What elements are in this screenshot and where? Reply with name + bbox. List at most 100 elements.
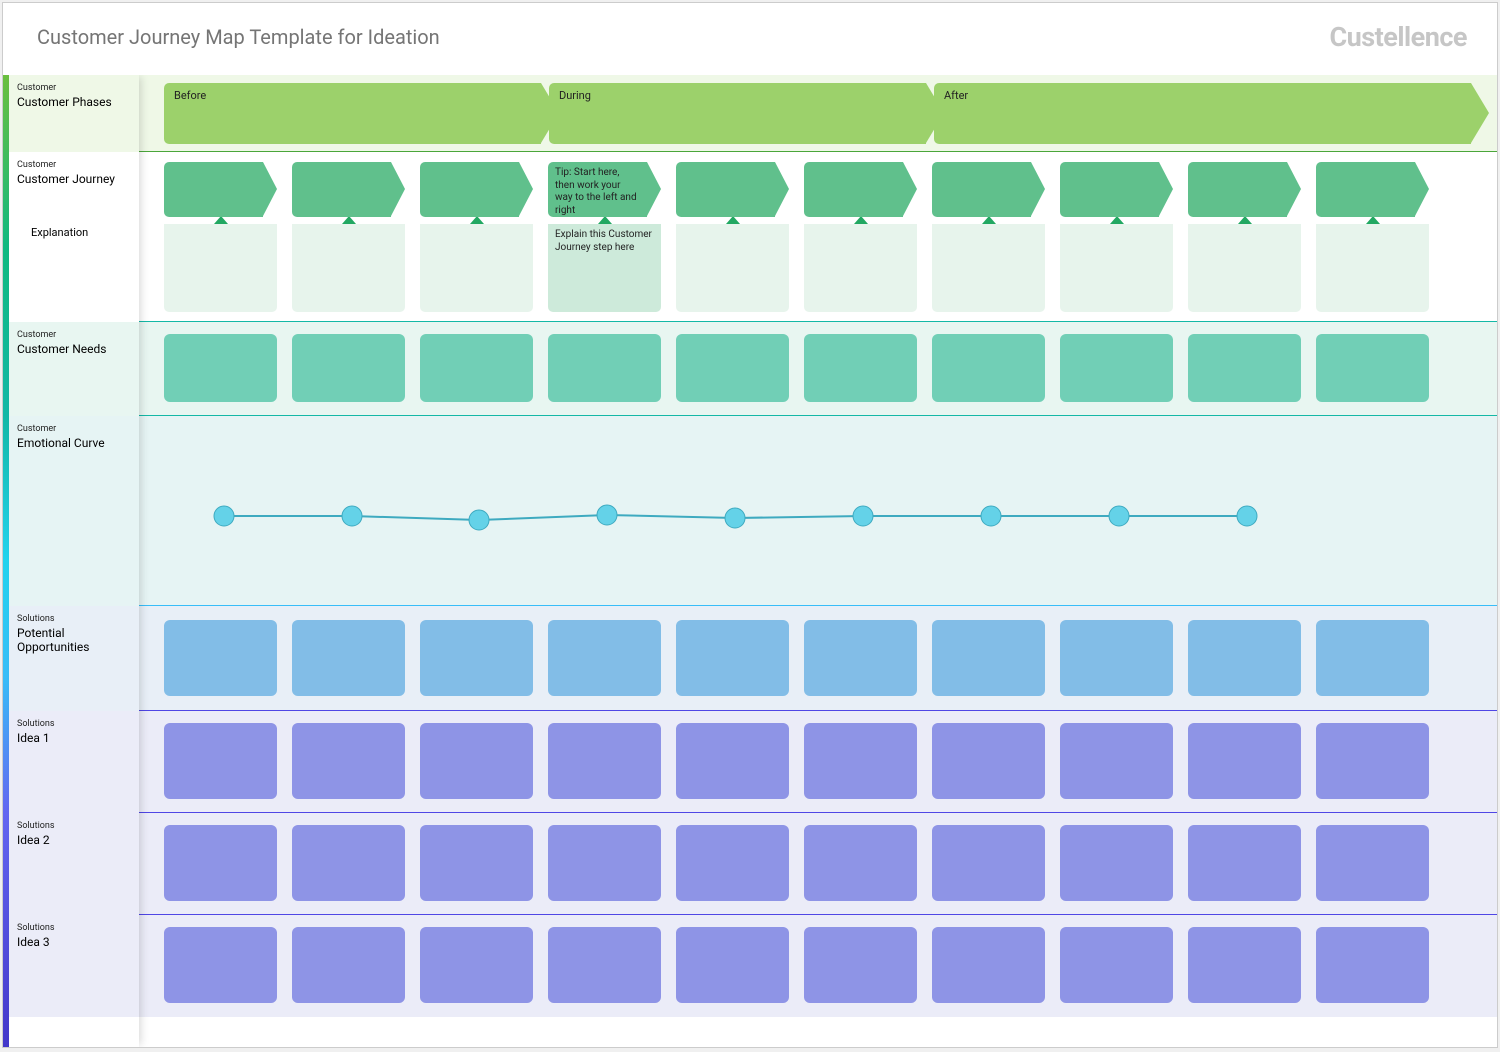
curve-point[interactable] — [1237, 506, 1257, 526]
label-opportunities[interactable]: Solutions Potential Opportunities — [9, 606, 139, 711]
card[interactable] — [292, 723, 405, 799]
curve-point[interactable] — [853, 506, 873, 526]
card[interactable] — [932, 723, 1045, 799]
idea2-row — [139, 813, 1497, 915]
label-phases[interactable]: Customer Customer Phases — [9, 75, 139, 152]
card[interactable] — [1316, 825, 1429, 901]
label-column: Customer Customer Phases Customer Custom… — [9, 75, 139, 1047]
journey-step[interactable] — [1316, 162, 1429, 217]
card[interactable] — [1188, 723, 1301, 799]
card[interactable] — [1316, 927, 1429, 1003]
card[interactable] — [1316, 723, 1429, 799]
card[interactable] — [420, 723, 533, 799]
card[interactable] — [804, 620, 917, 696]
chevron-down-icon — [854, 216, 868, 224]
card[interactable] — [548, 334, 661, 402]
chevron-down-icon — [342, 216, 356, 224]
chevron-down-icon — [726, 216, 740, 224]
journey-explanation[interactable] — [164, 224, 277, 312]
card[interactable] — [292, 825, 405, 901]
card[interactable] — [932, 334, 1045, 402]
chevron-down-icon — [598, 216, 612, 224]
journey-step[interactable] — [1060, 162, 1173, 217]
journey-explanation[interactable] — [1188, 224, 1301, 312]
journey-step[interactable] — [420, 162, 533, 217]
journey-explanation[interactable]: Explain this Customer Journey step here — [548, 224, 661, 312]
phase-after[interactable]: After — [934, 83, 1489, 144]
journey-step[interactable] — [1188, 162, 1301, 217]
curve-point[interactable] — [597, 505, 617, 525]
journey-step[interactable]: Tip: Start here, then work your way to t… — [548, 162, 661, 217]
card[interactable] — [676, 723, 789, 799]
card[interactable] — [548, 723, 661, 799]
journey-explanation[interactable] — [1316, 224, 1429, 312]
label-emotional[interactable]: Customer Emotional Curve — [9, 416, 139, 606]
journey-step[interactable] — [676, 162, 789, 217]
card[interactable] — [804, 927, 917, 1003]
phase-before[interactable]: Before — [164, 83, 559, 144]
card[interactable] — [1188, 927, 1301, 1003]
card[interactable] — [164, 723, 277, 799]
card[interactable] — [1060, 334, 1173, 402]
card[interactable] — [1188, 334, 1301, 402]
card[interactable] — [676, 334, 789, 402]
card[interactable] — [292, 927, 405, 1003]
emotional-curve-chart[interactable] — [139, 416, 1497, 606]
card[interactable] — [420, 620, 533, 696]
label-idea2[interactable]: Solutions Idea 2 — [9, 813, 139, 915]
card[interactable] — [932, 825, 1045, 901]
journey-step[interactable] — [804, 162, 917, 217]
curve-point[interactable] — [981, 506, 1001, 526]
card[interactable] — [932, 927, 1045, 1003]
card[interactable] — [420, 825, 533, 901]
idea1-row — [139, 711, 1497, 813]
journey-explanation[interactable] — [292, 224, 405, 312]
card[interactable] — [1060, 723, 1173, 799]
page-title: Customer Journey Map Template for Ideati… — [37, 25, 440, 49]
card[interactable] — [804, 723, 917, 799]
curve-point[interactable] — [214, 506, 234, 526]
card[interactable] — [164, 825, 277, 901]
card[interactable] — [1188, 825, 1301, 901]
card[interactable] — [676, 620, 789, 696]
journey-explanation[interactable] — [676, 224, 789, 312]
card[interactable] — [1060, 620, 1173, 696]
label-idea3[interactable]: Solutions Idea 3 — [9, 915, 139, 1017]
card[interactable] — [1060, 825, 1173, 901]
card[interactable] — [420, 334, 533, 402]
card[interactable] — [292, 620, 405, 696]
card[interactable] — [548, 825, 661, 901]
curve-point[interactable] — [342, 506, 362, 526]
card[interactable] — [1188, 620, 1301, 696]
card[interactable] — [1060, 927, 1173, 1003]
card[interactable] — [676, 825, 789, 901]
card[interactable] — [292, 334, 405, 402]
card[interactable] — [164, 334, 277, 402]
card[interactable] — [1316, 334, 1429, 402]
card[interactable] — [676, 927, 789, 1003]
label-journey[interactable]: Customer Customer Journey Explanation — [9, 152, 139, 322]
journey-step[interactable] — [292, 162, 405, 217]
card[interactable] — [804, 334, 917, 402]
card[interactable] — [164, 927, 277, 1003]
card[interactable] — [1316, 620, 1429, 696]
journey-explanation[interactable] — [932, 224, 1045, 312]
card[interactable] — [548, 620, 661, 696]
curve-point[interactable] — [725, 508, 745, 528]
card[interactable] — [932, 620, 1045, 696]
card[interactable] — [804, 825, 917, 901]
curve-point[interactable] — [469, 510, 489, 530]
journey-explanation[interactable] — [1060, 224, 1173, 312]
card[interactable] — [548, 927, 661, 1003]
journey-step[interactable] — [932, 162, 1045, 217]
journey-map-canvas[interactable]: Customer Customer Phases Customer Custom… — [3, 75, 1497, 1047]
card[interactable] — [420, 927, 533, 1003]
phase-during[interactable]: During — [549, 83, 944, 144]
curve-point[interactable] — [1109, 506, 1129, 526]
label-needs[interactable]: Customer Customer Needs — [9, 322, 139, 416]
journey-step[interactable] — [164, 162, 277, 217]
journey-explanation[interactable] — [420, 224, 533, 312]
label-idea1[interactable]: Solutions Idea 1 — [9, 711, 139, 813]
journey-explanation[interactable] — [804, 224, 917, 312]
card[interactable] — [164, 620, 277, 696]
